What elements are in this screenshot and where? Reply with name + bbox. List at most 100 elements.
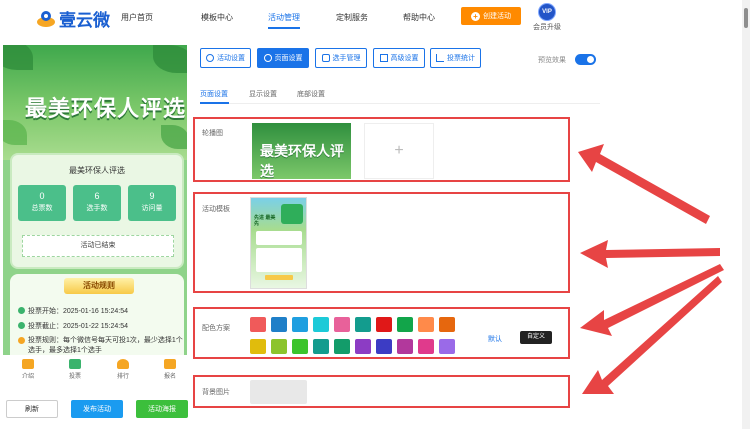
- clock-icon: [18, 307, 25, 314]
- carousel-image-text: 最美环保人评选: [260, 143, 344, 179]
- color-swatch[interactable]: [334, 317, 350, 332]
- tab-ranking[interactable]: 排行: [108, 359, 138, 380]
- vip-icon[interactable]: VIP: [538, 3, 556, 21]
- arrow-icon: [578, 144, 710, 224]
- color-swatch[interactable]: [397, 317, 413, 332]
- leaf-decoration: [3, 120, 27, 145]
- arrow-icon: [580, 264, 724, 336]
- color-swatch[interactable]: [418, 317, 434, 332]
- color-swatch[interactable]: [439, 339, 455, 354]
- top-nav: 壹云微 用户首页 模板中心 活动管理 定制服务 帮助中心 + 创建活动 VIP …: [0, 0, 742, 36]
- rule-text: 投票截止：2025-01-22 15:24:54: [28, 323, 128, 330]
- vip-upgrade-label[interactable]: 会员升级: [533, 22, 561, 32]
- tab-intro[interactable]: 介绍: [13, 359, 43, 380]
- tab-label: 投票: [68, 374, 81, 380]
- clock-icon: [18, 322, 25, 329]
- color-swatch[interactable]: [250, 339, 266, 354]
- stat-contestants: 6 选手数: [73, 185, 121, 221]
- tab-vote[interactable]: 投票: [60, 359, 90, 380]
- carousel-image[interactable]: 最美环保人评选: [252, 123, 351, 179]
- color-swatch[interactable]: [292, 317, 308, 332]
- color-swatch[interactable]: [355, 317, 371, 332]
- preview-effect-label: 预览效果: [538, 57, 566, 64]
- nav-template-center[interactable]: 模板中心: [201, 12, 233, 23]
- stat-value: 6: [94, 191, 100, 201]
- plus-icon: +: [394, 142, 404, 159]
- tab-label: 介绍: [21, 374, 34, 380]
- subtab-divider: [200, 103, 600, 104]
- subtab-display-settings[interactable]: 显示设置: [249, 89, 277, 99]
- color-swatch[interactable]: [313, 339, 329, 354]
- stat-value: 9: [149, 191, 155, 201]
- publish-button[interactable]: 发布活动: [71, 400, 123, 418]
- create-activity-button[interactable]: + 创建活动: [461, 7, 521, 25]
- tab-label: 排行: [116, 374, 129, 380]
- nav-user-home[interactable]: 用户首页: [121, 12, 153, 23]
- page-scrollbar[interactable]: [742, 0, 750, 429]
- carousel-label: 轮播图: [202, 130, 223, 137]
- color-swatch[interactable]: [313, 317, 329, 332]
- template-thumb-card: [256, 231, 302, 245]
- vote-icon: [69, 359, 81, 369]
- color-scheme-section: 配色方案 默认: [193, 307, 570, 359]
- color-swatch[interactable]: [271, 317, 287, 332]
- preview-banner-title: 最美环保人评选: [25, 96, 187, 121]
- subtab-page-settings[interactable]: 页面设置: [200, 89, 228, 99]
- stat-value: 0: [39, 191, 45, 201]
- color-swatch[interactable]: [376, 339, 392, 354]
- carousel-section: 轮播图 最美环保人评选 +: [193, 117, 570, 182]
- color-swatch[interactable]: [439, 317, 455, 332]
- color-swatch[interactable]: [376, 317, 392, 332]
- rules-title: 活动规则: [64, 278, 134, 294]
- advanced-settings-button[interactable]: 高级设置: [373, 48, 425, 68]
- template-thumb-text: 先进 最美先: [254, 215, 276, 227]
- subtab-bottom-settings[interactable]: 底部设置: [297, 89, 325, 99]
- settings-icon: [206, 54, 214, 62]
- gear-icon: [263, 54, 272, 62]
- page-settings-button[interactable]: 页面设置: [257, 48, 309, 68]
- leaf-decoration: [161, 125, 187, 149]
- contestant-management-button[interactable]: 选手管理: [315, 48, 367, 68]
- leaf-decoration: [3, 45, 33, 70]
- rule-end: 投票截止：2025-01-22 15:24:54: [18, 321, 128, 331]
- template-thumbnail[interactable]: 先进 最美先: [250, 197, 307, 289]
- custom-color-button[interactable]: 自定义: [520, 331, 552, 344]
- color-swatch[interactable]: [292, 339, 308, 354]
- subtab-active-indicator: [200, 102, 229, 104]
- background-image-upload[interactable]: [250, 380, 307, 404]
- poster-button[interactable]: 活动海报: [136, 400, 188, 418]
- template-label: 活动模板: [202, 206, 230, 213]
- color-swatch[interactable]: [334, 339, 350, 354]
- button-label: 选手管理: [332, 55, 361, 62]
- scrollbar-thumb[interactable]: [744, 8, 748, 28]
- color-swatch[interactable]: [397, 339, 413, 354]
- preview-effect-toggle[interactable]: [575, 54, 596, 65]
- color-swatch[interactable]: [418, 339, 434, 354]
- activity-settings-button[interactable]: 活动设置: [200, 48, 251, 68]
- info-icon: [18, 337, 25, 344]
- color-swatch[interactable]: [271, 339, 287, 354]
- nav-help-center[interactable]: 帮助中心: [403, 12, 435, 23]
- rule-text: 投票规则：每个微信号每天可投1次，最少选择1个选手，最多选择1个选手: [28, 337, 183, 354]
- stat-label: 总票数: [31, 205, 53, 212]
- nav-custom-service[interactable]: 定制服务: [336, 12, 368, 23]
- button-label: 高级设置: [390, 55, 419, 62]
- bar-chart-icon: [436, 54, 444, 62]
- tab-signup[interactable]: 报名: [155, 359, 185, 380]
- add-carousel-button[interactable]: +: [364, 123, 434, 179]
- users-icon: [321, 54, 330, 62]
- vote-statistics-button[interactable]: 投票统计: [430, 48, 481, 68]
- signup-icon: [164, 359, 176, 369]
- nav-activity-management[interactable]: 活动管理: [268, 12, 300, 29]
- arrow-icon: [582, 276, 722, 394]
- refresh-button[interactable]: 刷新: [6, 400, 58, 418]
- color-swatch[interactable]: [355, 339, 371, 354]
- default-color-link[interactable]: 默认: [488, 334, 502, 344]
- preview-card-title: 最美环保人评选: [69, 166, 125, 175]
- create-activity-label: 创建活动: [483, 13, 511, 20]
- logo-icon: [36, 9, 56, 29]
- logo[interactable]: 壹云微: [36, 6, 110, 31]
- stat-label: 选手数: [86, 205, 108, 212]
- leaf-decoration: [153, 45, 187, 73]
- color-swatch[interactable]: [250, 317, 266, 332]
